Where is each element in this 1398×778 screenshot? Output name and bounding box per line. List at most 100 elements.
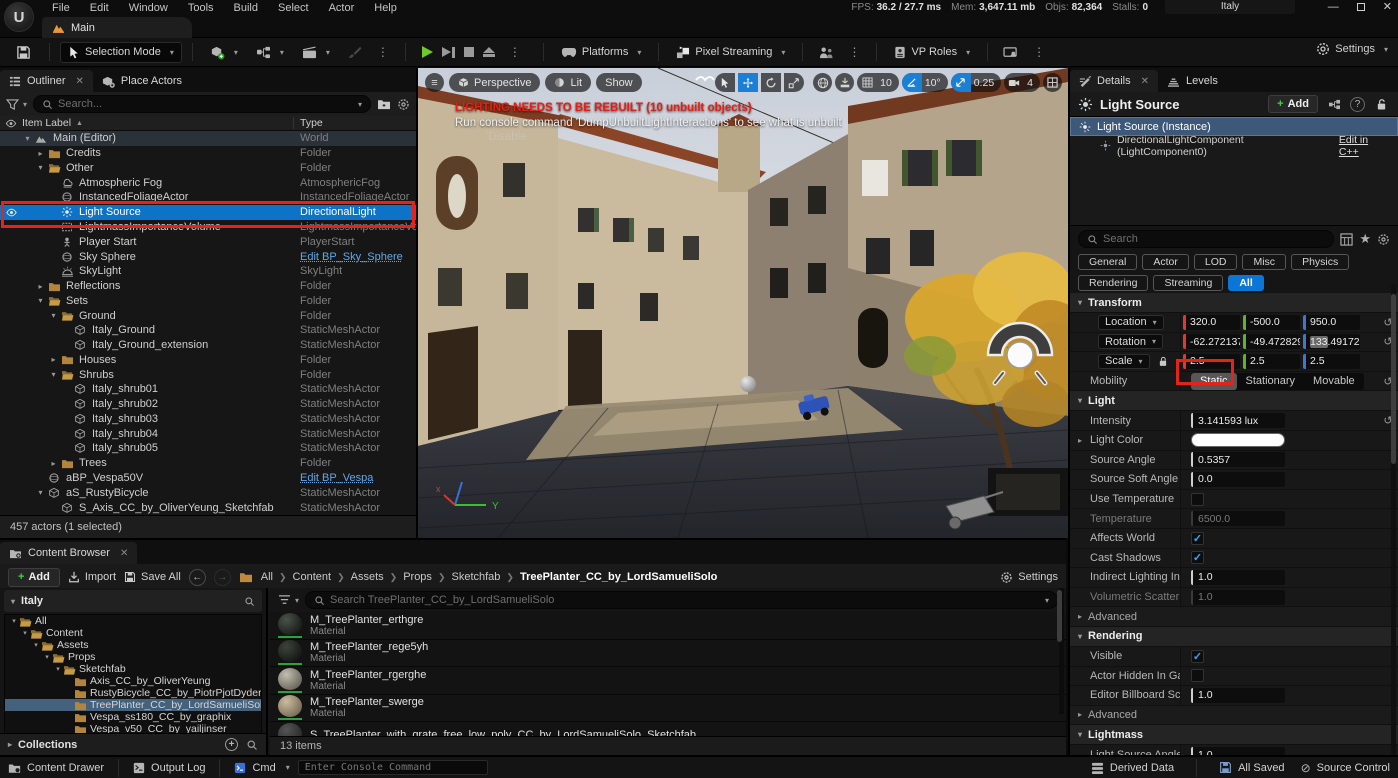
- advanced-expander[interactable]: ▸Advanced: [1070, 607, 1398, 627]
- outliner-row[interactable]: SkyLightSkyLight: [0, 264, 416, 279]
- tab-outliner[interactable]: Outliner ✕: [0, 70, 93, 92]
- tab-details[interactable]: Details ✕: [1070, 70, 1158, 92]
- folder-tree-row[interactable]: Axis_CC_by_OliverYeung: [5, 675, 261, 687]
- console-command-input[interactable]: [298, 760, 488, 775]
- asset-row[interactable]: M_TreePlanter_rgergheMaterial: [270, 667, 1066, 695]
- outliner-row[interactable]: S_Axis_CC_by_OliverYeung_SketchfabStatic…: [0, 500, 416, 515]
- pixel-streaming-dropdown[interactable]: Pixel Streaming ▾: [669, 42, 792, 63]
- menu-item-select[interactable]: Select: [268, 1, 319, 15]
- cmd-dropdown[interactable]: Cmd ▾: [234, 762, 289, 774]
- multi-user-icon[interactable]: [813, 46, 839, 59]
- outliner-row[interactable]: ▸CreditsFolder: [0, 146, 416, 161]
- category-pill-misc[interactable]: Misc: [1242, 254, 1286, 270]
- settings-button[interactable]: Settings ▾: [1316, 42, 1388, 56]
- back-button[interactable]: ←: [189, 569, 206, 586]
- folder-tree-row[interactable]: ▾Assets: [5, 639, 261, 651]
- collections-search-icon[interactable]: [246, 738, 258, 751]
- affects-world-checkbox[interactable]: ✓: [1191, 532, 1204, 545]
- details-settings-gear-icon[interactable]: [1377, 233, 1390, 246]
- cast-shadows-checkbox[interactable]: ✓: [1191, 551, 1204, 564]
- menu-item-tools[interactable]: Tools: [178, 1, 224, 15]
- outliner-row[interactable]: Italy_shrub05StaticMeshActor: [0, 441, 416, 456]
- menu-item-build[interactable]: Build: [224, 1, 268, 15]
- category-pill-lod[interactable]: LOD: [1194, 254, 1238, 270]
- breadcrumb-item[interactable]: Content: [293, 571, 332, 583]
- outliner-row[interactable]: ▾SetsFolder: [0, 293, 416, 308]
- platforms-dropdown[interactable]: Platforms ▾: [554, 42, 648, 63]
- maximize-button[interactable]: [1357, 3, 1365, 11]
- filter-chevron[interactable]: ▾: [23, 100, 27, 109]
- minimize-button[interactable]: —: [1328, 1, 1339, 13]
- category-pill-actor[interactable]: Actor: [1142, 254, 1189, 270]
- expand-arrow-icon[interactable]: ▾: [22, 134, 33, 143]
- cb-save-all-button[interactable]: Save All: [124, 571, 181, 583]
- derived-data-button[interactable]: Derived Data: [1091, 762, 1174, 774]
- maximize-viewport-icon[interactable]: [1043, 73, 1062, 92]
- category-pill-rendering[interactable]: Rendering: [1078, 275, 1148, 291]
- folder-tree-row[interactable]: ▾Sketchfab: [5, 663, 261, 675]
- rotation-snap-control[interactable]: 10°: [902, 73, 948, 92]
- edit-in-cpp-link[interactable]: Edit in C++: [1339, 134, 1390, 158]
- new-folder-icon[interactable]: [377, 98, 391, 110]
- all-saved-button[interactable]: All Saved: [1219, 761, 1284, 774]
- grid-snap-control[interactable]: 10: [857, 73, 899, 92]
- outliner-row[interactable]: ▾aS_RustyBicycleStaticMeshActor: [0, 485, 416, 500]
- cb-import-button[interactable]: Import: [68, 571, 116, 583]
- level-viewport[interactable]: Y x ≡ Perspective Lit Show: [418, 68, 1068, 538]
- cinematics-dropdown[interactable]: ▾: [295, 42, 337, 63]
- outliner-row[interactable]: ▾ShrubsFolder: [0, 367, 416, 382]
- location-dropdown[interactable]: Location▾: [1098, 315, 1164, 330]
- lit-dropdown[interactable]: Lit: [545, 73, 591, 92]
- outliner-row-type[interactable]: Edit BP_Sky_Sphere: [300, 251, 403, 263]
- category-pill-streaming[interactable]: Streaming: [1153, 275, 1223, 291]
- volumetric-scatterin--field[interactable]: 1.0: [1191, 590, 1285, 605]
- add-component-button[interactable]: +Add: [1268, 95, 1318, 113]
- menu-item-actor[interactable]: Actor: [319, 1, 365, 15]
- category-pill-all[interactable]: All: [1228, 275, 1263, 291]
- eject-button[interactable]: [483, 47, 495, 57]
- breadcrumb-item[interactable]: Assets: [351, 571, 384, 583]
- add-actor-dropdown[interactable]: ▾: [203, 42, 245, 63]
- row-visibility-eye-icon[interactable]: [0, 208, 22, 217]
- details-search-input[interactable]: [1103, 233, 1325, 245]
- details-search-box[interactable]: [1078, 230, 1334, 248]
- location-x-field[interactable]: 320.0: [1183, 315, 1240, 330]
- menu-item-edit[interactable]: Edit: [80, 1, 119, 15]
- add-collection-icon[interactable]: +: [225, 738, 238, 751]
- sources-header[interactable]: ▾ Italy: [4, 590, 262, 612]
- source-angle-field[interactable]: 0.5357: [1191, 452, 1285, 467]
- mobility-option-movable[interactable]: Movable: [1304, 373, 1364, 390]
- rotation-dropdown[interactable]: Rotation▾: [1098, 334, 1163, 349]
- select-tool[interactable]: [715, 73, 735, 92]
- section-header-rendering[interactable]: ▾Rendering: [1070, 627, 1398, 647]
- scale-z-field[interactable]: 2.5: [1303, 354, 1360, 369]
- world-local-toggle-icon[interactable]: [813, 73, 832, 92]
- scale-x-field[interactable]: 2.5: [1183, 354, 1240, 369]
- advanced-expander[interactable]: ▸Advanced: [1070, 706, 1398, 726]
- toolbar-overflow-dots[interactable]: ⋮: [372, 45, 395, 59]
- sources-search-icon[interactable]: [244, 596, 255, 607]
- source-soft-angle-field[interactable]: 0.0: [1191, 472, 1285, 487]
- asset-search-input[interactable]: [330, 594, 1036, 606]
- collections-bar[interactable]: ▸ Collections +: [0, 733, 266, 755]
- folder-tree-row[interactable]: ▾Content: [5, 627, 261, 639]
- tab-content-browser[interactable]: Content Browser ✕: [0, 542, 137, 564]
- outliner-row[interactable]: ▾Main (Editor)World: [0, 131, 416, 146]
- asset-row[interactable]: M_TreePlanter_swergeMaterial: [270, 695, 1066, 723]
- folder-tree-row[interactable]: ▾Props: [5, 651, 261, 663]
- multi-user-dots[interactable]: ⋮: [843, 45, 866, 59]
- vp-roles-dropdown[interactable]: VP Roles ▾: [887, 42, 977, 63]
- outliner-column-header[interactable]: Item Label ▲ Type: [0, 116, 416, 131]
- expand-arrow-icon[interactable]: ▾: [48, 311, 59, 320]
- use-temperature-checkbox[interactable]: [1191, 493, 1204, 506]
- breadcrumb-item[interactable]: TreePlanter_CC_by_LordSamueliSolo: [520, 571, 717, 583]
- section-header-lightmass[interactable]: ▾Lightmass: [1070, 725, 1398, 745]
- intensity-field[interactable]: 3.141593 lux: [1191, 413, 1285, 428]
- close-tab-icon[interactable]: ✕: [76, 76, 84, 87]
- outliner-row[interactable]: Italy_Ground_extensionStaticMeshActor: [0, 338, 416, 353]
- expand-arrow-icon[interactable]: ▸: [35, 282, 46, 291]
- tab-place-actors[interactable]: Place Actors: [93, 70, 191, 92]
- outliner-row[interactable]: Player StartPlayerStart: [0, 234, 416, 249]
- favorites-star-icon[interactable]: ★: [1359, 231, 1371, 247]
- visible-checkbox[interactable]: ✓: [1191, 650, 1204, 663]
